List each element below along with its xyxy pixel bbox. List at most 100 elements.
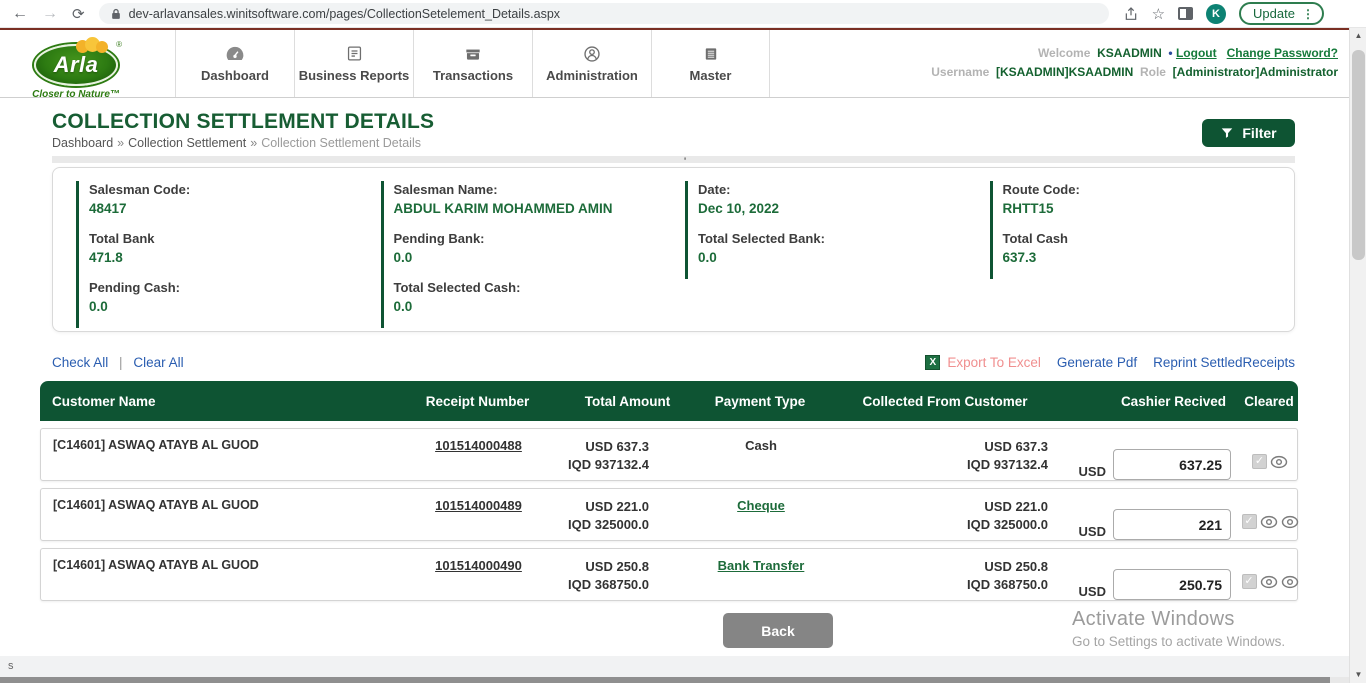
cashier-received-input[interactable] xyxy=(1113,449,1231,480)
col-receipt-number: Receipt Number xyxy=(395,394,560,409)
browser-menu-icon[interactable]: ⋮ xyxy=(1302,7,1314,21)
table-actions-row: Check All | Clear All X Export To Excel … xyxy=(52,355,1295,375)
field-pending-bank: Pending Bank: 0.0 xyxy=(381,230,656,279)
role-label: Role xyxy=(1140,65,1166,79)
breadcrumb-collection-settlement[interactable]: Collection Settlement xyxy=(128,136,246,150)
field-route-code: Route Code: RHTT15 xyxy=(990,181,1265,230)
breadcrumb-current: Collection Settlement Details xyxy=(261,136,421,150)
field-pending-cash: Pending Cash: 0.0 xyxy=(76,279,351,328)
receipt-number-link[interactable]: 101514000488 xyxy=(435,438,522,453)
field-total-selected-bank: Total Selected Bank: 0.0 xyxy=(685,230,960,279)
business-reports-icon xyxy=(346,45,363,63)
url-text: dev-arlavansales.winitsoftware.com/pages… xyxy=(129,7,560,21)
nav-item-dashboard[interactable]: Dashboard xyxy=(175,30,294,97)
nav-item-master[interactable]: Master xyxy=(651,30,770,97)
breadcrumb: Dashboard»Collection Settlement»Collecti… xyxy=(52,136,421,150)
stray-text: s xyxy=(8,660,14,672)
address-bar[interactable]: dev-arlavansales.winitsoftware.com/pages… xyxy=(99,3,1109,24)
collected-from-customer: USD 637.3 IQD 937132.4 xyxy=(826,438,1066,480)
arla-logo: Arla ® Closer to Nature™ xyxy=(16,34,136,100)
view-eye-icon[interactable] xyxy=(1260,515,1278,529)
receipt-number-link[interactable]: 101514000489 xyxy=(435,498,522,513)
field-salesman-code: Salesman Code: 48417 xyxy=(76,181,351,230)
table-row: [C14601] ASWAQ ATAYB AL GUOD 10151400048… xyxy=(40,428,1298,481)
role-value: [Administrator]Administrator xyxy=(1173,65,1338,79)
transactions-icon xyxy=(464,45,482,63)
nav-item-administration[interactable]: Administration xyxy=(532,30,651,97)
total-amount: USD 221.0 IQD 325000.0 xyxy=(561,498,696,540)
nav-item-transactions[interactable]: Transactions xyxy=(413,30,532,97)
field-total-bank: Total Bank 471.8 xyxy=(76,230,351,279)
master-icon xyxy=(703,45,719,63)
vertical-scrollbar[interactable]: ▲ ▼ xyxy=(1349,28,1366,683)
app-header: Arla ® Closer to Nature™ Dashboard Busin… xyxy=(0,28,1366,98)
cleared-checkbox[interactable]: ✓ xyxy=(1252,454,1267,469)
cashier-received-input[interactable] xyxy=(1113,509,1231,540)
collected-from-customer: USD 250.8 IQD 368750.0 xyxy=(826,558,1066,600)
payment-type: Cash xyxy=(745,438,777,453)
browser-reload-icon[interactable]: ⟳ xyxy=(72,5,85,23)
settlement-summary-panel: Salesman Code: 48417 Salesman Name: ABDU… xyxy=(52,167,1295,332)
total-amount: USD 250.8 IQD 368750.0 xyxy=(561,558,696,600)
browser-back-icon[interactable]: ← xyxy=(12,6,28,22)
view-eye-icon[interactable] xyxy=(1270,455,1288,469)
back-button[interactable]: Back xyxy=(723,613,833,648)
vertical-scrollbar-thumb[interactable] xyxy=(1352,50,1365,260)
administration-icon xyxy=(583,45,601,63)
cashier-received-input[interactable] xyxy=(1113,569,1231,600)
browser-update-button[interactable]: Update ⋮ xyxy=(1239,2,1324,25)
logout-link[interactable]: Logout xyxy=(1176,46,1217,60)
table-row: [C14601] ASWAQ ATAYB AL GUOD 10151400049… xyxy=(40,548,1298,601)
share-icon[interactable] xyxy=(1123,6,1139,22)
nav-item-business-reports[interactable]: Business Reports xyxy=(294,30,413,97)
col-cashier-recived: Cashier Recived xyxy=(1065,394,1240,409)
bookmark-star-icon[interactable]: ☆ xyxy=(1152,5,1165,23)
reprint-settled-receipts-link[interactable]: Reprint SettledReceipts xyxy=(1153,355,1295,370)
col-collected-from-customer: Collected From Customer xyxy=(825,394,1065,409)
lock-icon xyxy=(111,8,121,20)
section-divider xyxy=(52,156,1295,163)
brand-name: Arla xyxy=(54,52,99,78)
welcome-username: KSAADMIN xyxy=(1097,46,1162,60)
browser-profile-avatar[interactable]: K xyxy=(1206,4,1226,24)
scroll-up-icon[interactable]: ▲ xyxy=(1350,28,1366,44)
payment-type-link[interactable]: Bank Transfer xyxy=(718,558,805,573)
field-salesman-name: Salesman Name: ABDUL KARIM MOHAMMED AMIN xyxy=(381,181,656,230)
clear-all-link[interactable]: Clear All xyxy=(133,355,183,370)
main-content: COLLECTION SETTLEMENT DETAILS Dashboard»… xyxy=(0,98,1366,683)
export-to-excel-link[interactable]: X Export To Excel xyxy=(925,355,1041,370)
view-eye-icon[interactable] xyxy=(1281,575,1299,589)
field-total-cash: Total Cash 637.3 xyxy=(990,230,1265,279)
table-row: [C14601] ASWAQ ATAYB AL GUOD 10151400048… xyxy=(40,488,1298,541)
browser-toolbar: ← → ⟳ dev-arlavansales.winitsoftware.com… xyxy=(0,0,1366,28)
view-eye-icon[interactable] xyxy=(1281,515,1299,529)
customer-name: [C14601] ASWAQ ATAYB AL GUOD xyxy=(41,438,396,480)
side-panel-icon[interactable] xyxy=(1178,7,1193,20)
horizontal-scrollbar[interactable] xyxy=(0,677,1349,683)
generate-pdf-link[interactable]: Generate Pdf xyxy=(1057,355,1137,370)
horizontal-scrollbar-thumb[interactable] xyxy=(0,677,1330,683)
view-eye-icon[interactable] xyxy=(1260,575,1278,589)
payment-type-link[interactable]: Cheque xyxy=(737,498,785,513)
col-customer-name: Customer Name xyxy=(40,394,395,409)
welcome-label: Welcome xyxy=(1038,46,1090,60)
col-cleared: Cleared xyxy=(1240,394,1298,409)
receipt-number-link[interactable]: 101514000490 xyxy=(435,558,522,573)
currency-label: USD xyxy=(1079,464,1106,480)
browser-forward-icon[interactable]: → xyxy=(42,6,58,22)
cleared-checkbox[interactable]: ✓ xyxy=(1242,514,1257,529)
currency-label: USD xyxy=(1079,524,1106,540)
customer-name: [C14601] ASWAQ ATAYB AL GUOD xyxy=(41,558,396,600)
username-value: [KSAADMIN]KSAADMIN xyxy=(996,65,1133,79)
check-all-link[interactable]: Check All xyxy=(52,355,108,370)
change-password-link[interactable]: Change Password? xyxy=(1227,46,1338,60)
dashboard-icon xyxy=(225,45,245,63)
cleared-checkbox[interactable]: ✓ xyxy=(1242,574,1257,589)
customer-name: [C14601] ASWAQ ATAYB AL GUOD xyxy=(41,498,396,540)
collected-from-customer: USD 221.0 IQD 325000.0 xyxy=(826,498,1066,540)
scroll-down-icon[interactable]: ▼ xyxy=(1350,667,1366,683)
footer-strip: s xyxy=(0,656,1349,677)
filter-button[interactable]: Filter xyxy=(1202,119,1295,147)
breadcrumb-dashboard[interactable]: Dashboard xyxy=(52,136,113,150)
activate-windows-watermark: Activate Windows Go to Settings to activ… xyxy=(1072,608,1285,649)
